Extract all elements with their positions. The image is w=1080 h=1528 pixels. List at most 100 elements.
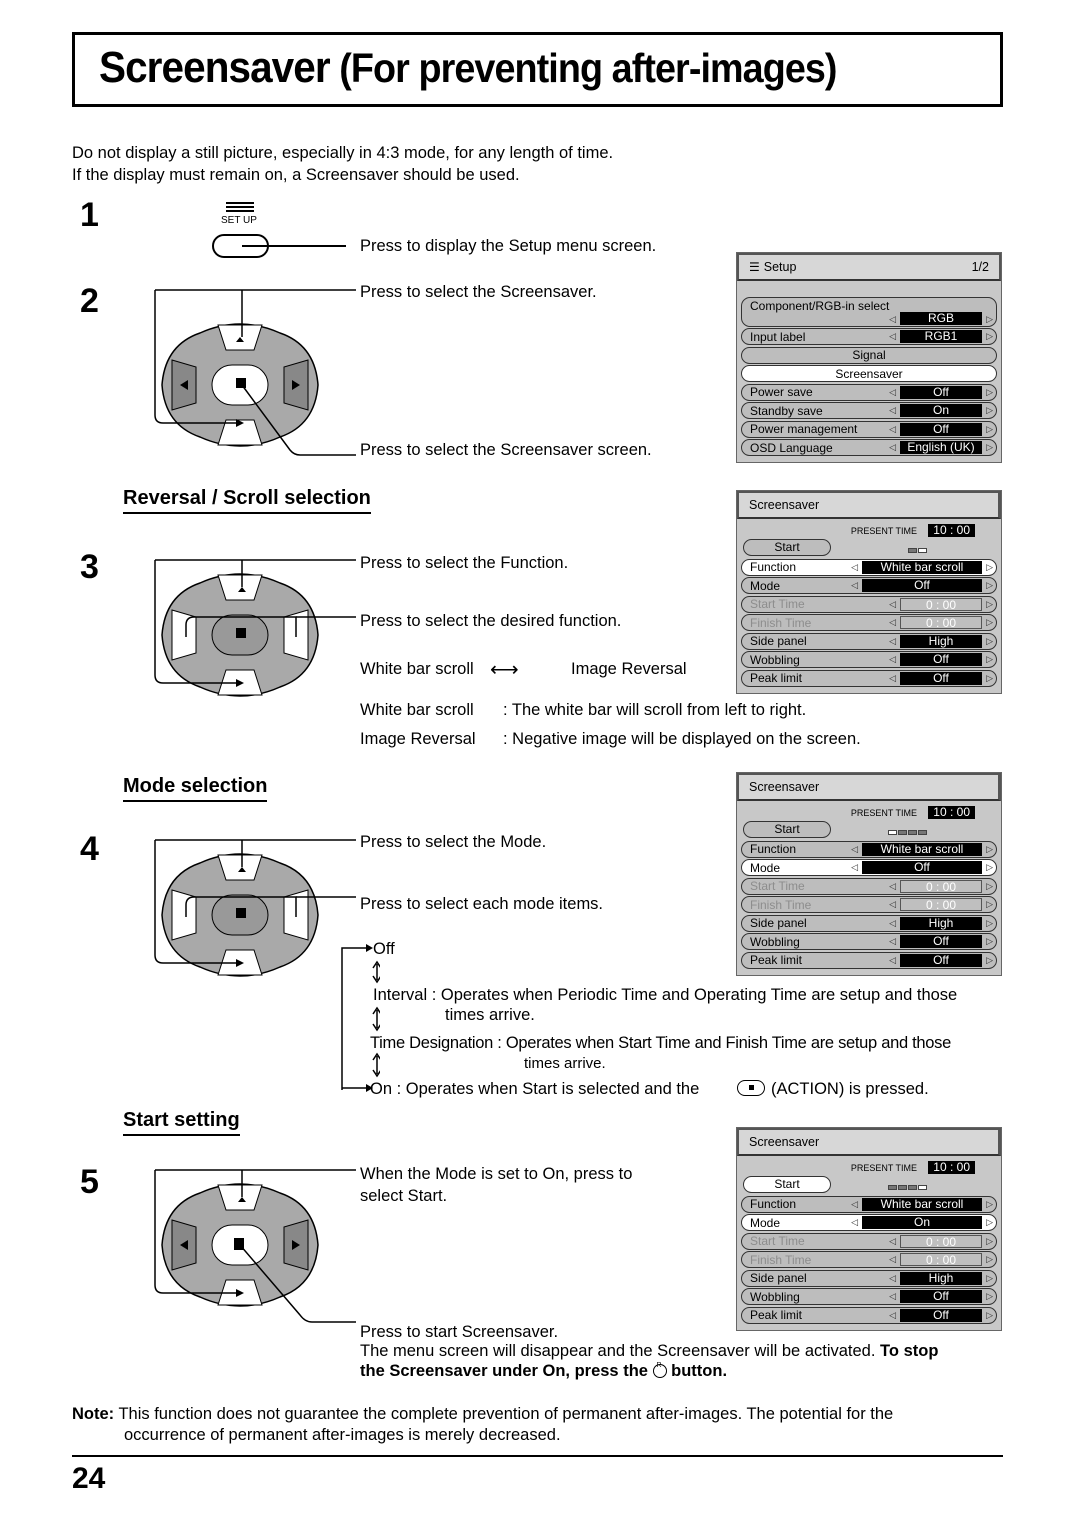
left-arrow-icon[interactable]: ◁ <box>889 673 896 684</box>
left-arrow-icon[interactable]: ◁ <box>889 918 896 929</box>
osd-row-start-time[interactable]: Start Time ◁ 0 : 00 ▷ <box>741 877 997 895</box>
osd-row-start-time[interactable]: Start Time ◁ 0 : 00 ▷ <box>741 595 997 613</box>
osd-row-function[interactable]: Function ◁ White bar scroll ▷ <box>741 558 997 576</box>
left-arrow-icon[interactable]: ◁ <box>889 955 896 966</box>
left-arrow-icon[interactable]: ◁ <box>851 1199 858 1210</box>
left-arrow-icon[interactable]: ◁ <box>889 1310 896 1321</box>
row-value: On <box>862 1216 982 1229</box>
osd-row-power-save[interactable]: Power save ◁ Off ▷ <box>741 383 997 401</box>
osd-row-function[interactable]: Function ◁ White bar scroll ▷ <box>741 1195 997 1213</box>
row-value: 0 : 00 <box>900 1234 982 1248</box>
right-arrow-icon[interactable]: ▷ <box>986 387 993 398</box>
left-arrow-icon[interactable]: ◁ <box>889 387 896 398</box>
start-button[interactable]: Start <box>743 539 831 556</box>
osd-row-peak-limit[interactable]: Peak limit ◁ Off ▷ <box>741 951 997 969</box>
row-value: 0 : 00 <box>900 898 982 912</box>
right-arrow-icon[interactable]: ▷ <box>986 424 993 435</box>
left-arrow-icon[interactable]: ◁ <box>889 1236 896 1247</box>
right-arrow-icon[interactable]: ▷ <box>986 331 993 342</box>
osd-row-mode[interactable]: Mode ◁ Off ▷ <box>741 577 997 594</box>
right-arrow-icon[interactable]: ▷ <box>986 636 993 647</box>
osd-row-mode[interactable]: Mode ◁ On ▷ <box>741 1214 997 1231</box>
def-term-2: Image Reversal <box>360 730 476 748</box>
osd-row-wobbling[interactable]: Wobbling ◁ Off ▷ <box>741 933 997 950</box>
action-icon <box>236 628 246 638</box>
osd-row-side-panel[interactable]: Side panel ◁ High ▷ <box>741 1269 997 1287</box>
right-arrow-icon[interactable]: ▷ <box>986 955 993 966</box>
left-arrow-icon[interactable]: ◁ <box>889 881 896 892</box>
right-arrow-icon[interactable]: ▷ <box>986 405 993 416</box>
right-arrow-icon[interactable]: ▷ <box>986 562 993 573</box>
right-arrow-icon[interactable]: ▷ <box>986 580 993 591</box>
right-arrow-icon[interactable]: ▷ <box>986 936 993 947</box>
right-arrow-icon[interactable]: ▷ <box>986 1254 993 1265</box>
right-arrow-icon[interactable]: ▷ <box>986 862 993 873</box>
left-arrow-icon[interactable]: ◁ <box>889 636 896 647</box>
left-arrow-icon[interactable]: ◁ <box>889 1254 896 1265</box>
osd-row-finish-time[interactable]: Finish Time ◁ 0 : 00 ▷ <box>741 896 997 913</box>
right-arrow-icon[interactable]: ▷ <box>986 1199 993 1210</box>
osd-row-component-rgb[interactable]: Component/RGB-in select ◁ RGB ▷ <box>741 296 997 327</box>
osd-row-peak-limit[interactable]: Peak limit ◁ Off ▷ <box>741 1306 997 1324</box>
osd-row-finish-time[interactable]: Finish Time ◁ 0 : 00 ▷ <box>741 1251 997 1268</box>
osd-row-finish-time[interactable]: Finish Time ◁ 0 : 00 ▷ <box>741 614 997 631</box>
osd-row-function[interactable]: Function ◁ White bar scroll ▷ <box>741 840 997 858</box>
osd-row-screensaver[interactable]: Screensaver <box>741 365 997 382</box>
step-4-text-up: Press to select the Mode. <box>360 833 547 851</box>
osd-row-mode[interactable]: Mode ◁ Off ▷ <box>741 859 997 876</box>
right-arrow-icon[interactable]: ▷ <box>986 314 993 325</box>
left-arrow-icon[interactable]: ◁ <box>889 424 896 435</box>
right-arrow-icon[interactable]: ▷ <box>986 1310 993 1321</box>
left-arrow-icon[interactable]: ◁ <box>889 1273 896 1284</box>
right-arrow-icon[interactable]: ▷ <box>986 599 993 610</box>
left-arrow-icon[interactable]: ◁ <box>889 936 896 947</box>
left-arrow-icon[interactable]: ◁ <box>889 1291 896 1302</box>
action-icon <box>236 378 246 388</box>
right-arrow-icon[interactable]: ▷ <box>986 1217 993 1228</box>
left-arrow-icon[interactable]: ◁ <box>851 862 858 873</box>
row-label: Side panel <box>750 1271 807 1285</box>
right-arrow-icon[interactable]: ▷ <box>986 1236 993 1247</box>
right-arrow-icon[interactable]: ▷ <box>986 442 993 453</box>
right-arrow-icon[interactable]: ▷ <box>986 617 993 628</box>
osd-row-signal[interactable]: Signal <box>741 346 997 364</box>
right-arrow-icon[interactable]: ▷ <box>986 844 993 855</box>
row-label: Wobbling <box>750 934 800 949</box>
osd-row-wobbling[interactable]: Wobbling ◁ Off ▷ <box>741 651 997 668</box>
osd-row-side-panel[interactable]: Side panel ◁ High ▷ <box>741 632 997 650</box>
left-arrow-icon[interactable]: ◁ <box>851 562 858 573</box>
osd-row-osd-language[interactable]: OSD Language ◁ English (UK) ▷ <box>741 439 997 456</box>
row-label: Peak limit <box>750 953 803 967</box>
indicator-dot <box>898 830 907 835</box>
left-arrow-icon[interactable]: ◁ <box>851 1217 858 1228</box>
osd-row-side-panel[interactable]: Side panel ◁ High ▷ <box>741 914 997 932</box>
left-arrow-icon[interactable]: ◁ <box>889 314 896 325</box>
right-arrow-icon[interactable]: ▷ <box>986 918 993 929</box>
osd-row-input-label[interactable]: Input label ◁ RGB1 ▷ <box>741 328 997 345</box>
start-button[interactable]: Start <box>743 821 831 838</box>
left-arrow-icon[interactable]: ◁ <box>851 580 858 591</box>
osd-row-start-time[interactable]: Start Time ◁ 0 : 00 ▷ <box>741 1232 997 1250</box>
left-arrow-icon[interactable]: ◁ <box>889 654 896 665</box>
start-button[interactable]: Start <box>743 1176 831 1193</box>
left-arrow-icon[interactable]: ◁ <box>851 844 858 855</box>
osd-row-power-management[interactable]: Power management ◁ Off ▷ <box>741 420 997 438</box>
left-arrow-icon[interactable]: ◁ <box>889 405 896 416</box>
step-1-number: 1 <box>80 196 99 234</box>
note-bold-a: the Screensaver under On, press the <box>360 1362 648 1380</box>
left-arrow-icon[interactable]: ◁ <box>889 899 896 910</box>
left-arrow-icon[interactable]: ◁ <box>889 617 896 628</box>
right-arrow-icon[interactable]: ▷ <box>986 881 993 892</box>
left-arrow-icon[interactable]: ◁ <box>889 442 896 453</box>
right-arrow-icon[interactable]: ▷ <box>986 899 993 910</box>
left-arrow-icon[interactable]: ◁ <box>889 331 896 342</box>
osd-row-standby-save[interactable]: Standby save ◁ On ▷ <box>741 402 997 419</box>
right-arrow-icon[interactable]: ▷ <box>986 673 993 684</box>
right-arrow-icon[interactable]: ▷ <box>986 654 993 665</box>
right-arrow-icon[interactable]: ▷ <box>986 1291 993 1302</box>
right-arrow-icon[interactable]: ▷ <box>986 1273 993 1284</box>
left-arrow-icon[interactable]: ◁ <box>889 599 896 610</box>
osd-row-wobbling[interactable]: Wobbling ◁ Off ▷ <box>741 1288 997 1305</box>
present-time: PRESENT TIME 10 : 00 <box>741 805 997 821</box>
osd-row-peak-limit[interactable]: Peak limit ◁ Off ▷ <box>741 669 997 687</box>
